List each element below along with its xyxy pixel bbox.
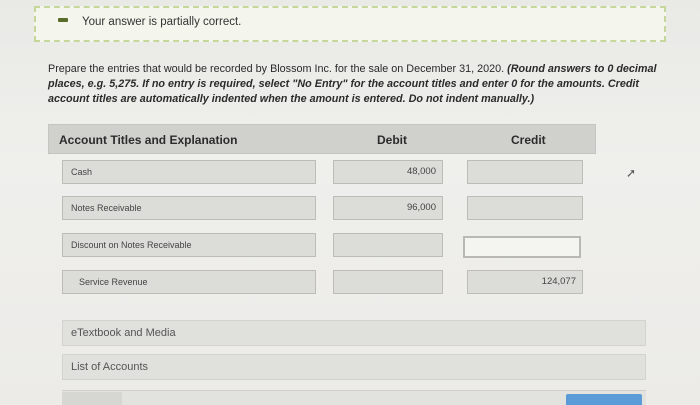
credit-field-notes-receivable[interactable] (467, 196, 583, 220)
account-field-discount[interactable]: Discount on Notes Receivable (62, 233, 316, 257)
credit-field-discount[interactable] (463, 236, 581, 258)
debit-field-service-revenue[interactable] (333, 270, 443, 294)
table-header: Account Titles and Explanation Debit Cre… (48, 124, 596, 154)
debit-field-notes-receivable[interactable]: 96,000 (333, 196, 443, 220)
header-debit: Debit (377, 133, 407, 147)
credit-field-cash[interactable] (467, 160, 583, 184)
bottom-tab[interactable] (62, 392, 122, 405)
status-banner: Your answer is partially correct. (34, 6, 666, 42)
header-account: Account Titles and Explanation (59, 133, 238, 147)
account-field-notes-receivable[interactable]: Notes Receivable (62, 196, 316, 220)
etextbook-link[interactable]: eTextbook and Media (62, 320, 646, 346)
minus-icon (58, 18, 68, 22)
credit-field-service-revenue[interactable]: 124,077 (467, 270, 583, 294)
account-field-service-revenue[interactable]: Service Revenue (62, 270, 316, 294)
bottom-strip (62, 390, 646, 405)
account-field-cash[interactable]: Cash (62, 160, 316, 184)
debit-field-cash[interactable]: 48,000 (333, 160, 443, 184)
debit-field-discount[interactable] (333, 233, 443, 257)
status-text: Your answer is partially correct. (82, 16, 242, 28)
mouse-cursor-icon: ➚ (626, 166, 637, 180)
header-credit: Credit (511, 133, 546, 147)
submit-button[interactable] (566, 394, 642, 405)
list-of-accounts-link[interactable]: List of Accounts (62, 354, 646, 380)
instructions: Prepare the entries that would be record… (48, 62, 668, 107)
instructions-lead: Prepare the entries that would be record… (48, 63, 505, 75)
